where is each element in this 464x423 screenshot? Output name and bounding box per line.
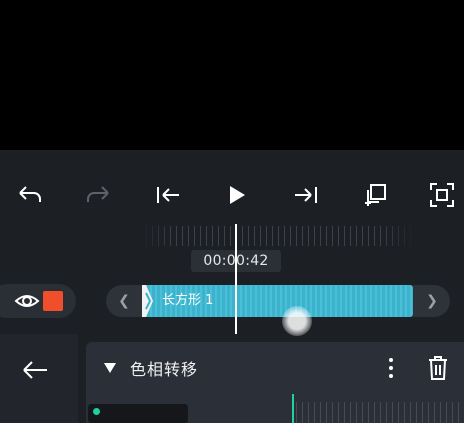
side-panel	[0, 334, 78, 423]
effect-panel: 色相转移	[86, 342, 464, 423]
playback-toolbar	[0, 175, 464, 215]
more-options-icon[interactable]	[381, 353, 401, 383]
scroll-right-icon[interactable]: ❯	[418, 285, 446, 317]
track-controls	[0, 284, 76, 318]
redo-icon	[87, 186, 109, 202]
undo-button[interactable]	[10, 175, 50, 215]
jump-to-start-icon	[157, 187, 179, 203]
fullscreen-icon	[430, 183, 454, 207]
back-button[interactable]	[18, 358, 52, 382]
redo-button[interactable]	[78, 175, 118, 215]
keyframe-playhead[interactable]	[292, 394, 294, 423]
keyframe-track[interactable]	[86, 394, 464, 423]
jump-to-start-button[interactable]	[148, 175, 188, 215]
effect-title: 色相转移	[130, 360, 199, 379]
effect-thumbnail	[88, 404, 188, 423]
effect-header[interactable]: 色相转移	[86, 342, 464, 394]
duplicate-button[interactable]	[355, 175, 395, 215]
video-preview[interactable]	[0, 0, 464, 150]
keyframe-ruler	[296, 402, 464, 423]
play-button[interactable]	[217, 175, 257, 215]
touch-indicator	[282, 306, 312, 336]
layer-color-swatch[interactable]	[43, 291, 63, 311]
trash-icon[interactable]	[426, 354, 450, 382]
timeline-clip[interactable]: 长方形 1	[142, 285, 413, 317]
ruler-fade	[140, 226, 415, 246]
scroll-left-icon[interactable]: ❮	[110, 285, 138, 317]
undo-icon	[19, 186, 41, 202]
collapse-triangle-icon[interactable]	[104, 363, 116, 373]
jump-to-end-button[interactable]	[286, 175, 326, 215]
visibility-eye-icon[interactable]	[14, 290, 40, 312]
fullscreen-button[interactable]	[422, 175, 462, 215]
clip-label: 长方形 1	[162, 293, 214, 308]
jump-to-end-icon	[295, 187, 317, 203]
duplicate-icon	[365, 184, 386, 206]
arrow-left-icon	[23, 361, 47, 379]
keyframe-dot[interactable]	[93, 408, 100, 415]
play-icon	[230, 186, 245, 204]
selection-box[interactable]	[200, 0, 272, 4]
clip-trim-handle[interactable]	[142, 285, 154, 317]
playhead[interactable]	[235, 224, 237, 334]
